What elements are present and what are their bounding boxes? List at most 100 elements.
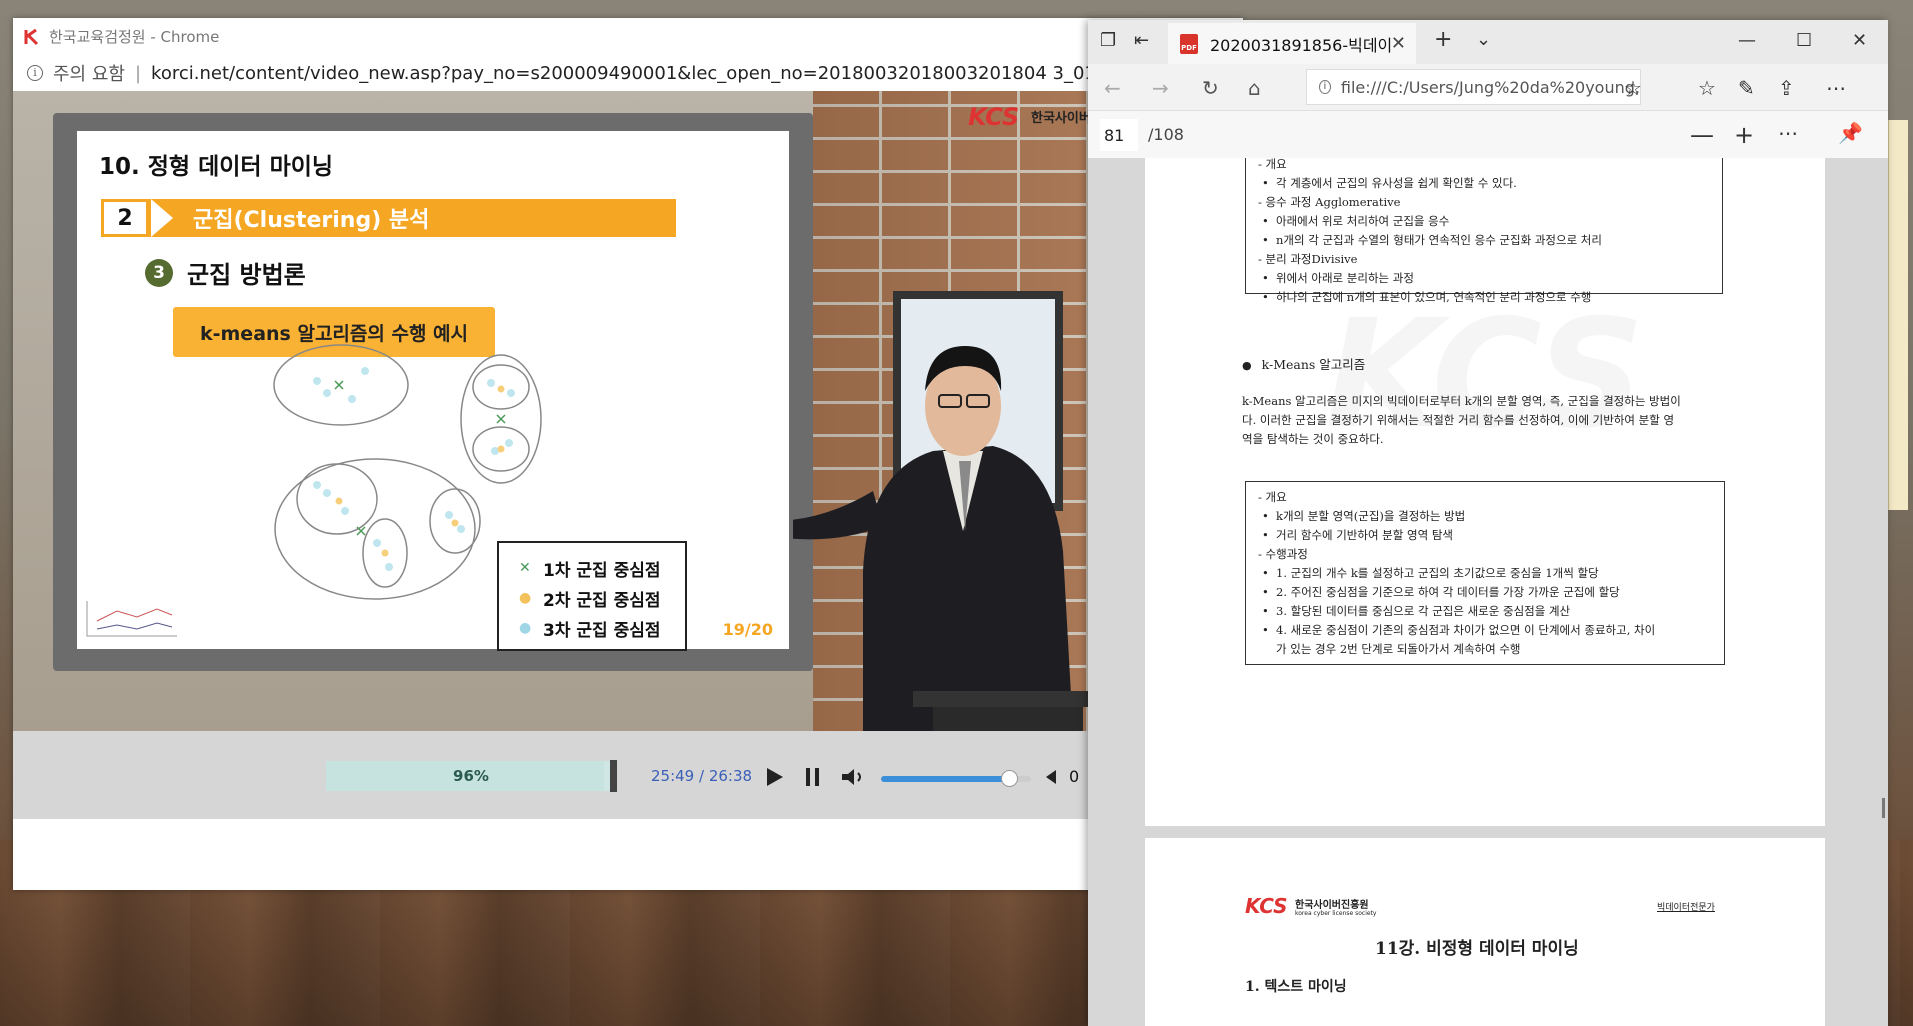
kcs-logo-text: 한국사이버진흥원: [1295, 900, 1369, 911]
speed-down-icon[interactable]: [1043, 768, 1059, 786]
notes-pen-icon[interactable]: ✎: [1738, 76, 1755, 100]
box2-bullet: 3. 할당된 데이터를 중심으로 각 군집은 새로운 중심점을 계산: [1258, 602, 1712, 621]
legend-item-2: ● 2차 군집 중심점: [519, 583, 685, 613]
share-icon[interactable]: ⇪: [1778, 76, 1795, 100]
back-icon[interactable]: ←: [1104, 76, 1121, 100]
pdf-viewer[interactable]: KCS - 개요 각 계층에서 군집의 유사성을 쉽게 확인할 수 있다. - …: [1088, 158, 1888, 1026]
box2-continuation: 가 있는 경우 2번 단계로 되돌아가서 계속하여 수행: [1276, 642, 1521, 656]
kmeans-heading: k-Means 알고리즘: [1242, 354, 1366, 373]
maximize-icon[interactable]: ☐: [1796, 30, 1812, 51]
time-display: 25:49 / 26:38: [651, 767, 753, 785]
chrome-window: 한국교육검정원 - Chrome i 주의 요함 | korci.net/con…: [13, 18, 1243, 890]
edge-toolbar: ← → ↻ ⌂ i file:///C:/Users/Jung%20da%20y…: [1088, 64, 1888, 110]
slide-frame: 10. 정형 데이터 마이닝 2 군집(Clustering) 분석 3 군집 …: [53, 113, 813, 671]
box1-bullet: 아래에서 위로 처리하여 군집을 응수: [1258, 212, 1710, 231]
new-tab-icon[interactable]: +: [1434, 29, 1452, 51]
hierarchical-summary-box: - 개요 각 계층에서 군집의 유사성을 쉽게 확인할 수 있다. - 응수 과…: [1245, 158, 1723, 307]
pdf-icon: PDF: [1180, 33, 1198, 54]
box2-bullet: 4. 새로운 중심점이 기존의 중심점과 차이가 없으면 이 단계에서 종료하고…: [1258, 621, 1712, 640]
edge-address-bar[interactable]: i file:///C:/Users/Jung%20da%20young,: [1306, 69, 1641, 105]
kmeans-summary-box: - 개요 k개의 분할 영역(군집)을 결정하는 방법 거리 함수에 기반하여 …: [1245, 481, 1725, 665]
edge-tab-strip: ❐ ⇤ PDF 2020031891856-빅데이 ✕ + ⌄ — ☐ ✕: [1088, 20, 1888, 64]
progress-bar[interactable]: 96%: [326, 761, 616, 791]
box1-bullet: 각 계층에서 군집의 유사성을 쉽게 확인할 수 있다.: [1258, 174, 1710, 193]
header-right-tag: 빅데이터전문가: [1657, 903, 1715, 913]
more-menu-icon[interactable]: ⋯: [1826, 76, 1846, 100]
lecture-title: 11강. 비정형 데이터 마이닝: [1375, 939, 1579, 959]
info-icon[interactable]: i: [27, 65, 43, 81]
home-icon[interactable]: ⌂: [1248, 76, 1261, 100]
favorites-list-icon[interactable]: ☆: [1698, 76, 1716, 100]
tab-title: 2020031891856-빅데이: [1210, 35, 1393, 55]
page-number-input[interactable]: 81: [1100, 119, 1138, 151]
kcs-logo-subtext: korea cyber license society: [1295, 910, 1377, 917]
minimize-icon[interactable]: —: [1738, 30, 1756, 51]
legend-item-1: ✕ 1차 군집 중심점: [519, 553, 685, 583]
volume-knob[interactable]: [1000, 770, 1018, 787]
background-window-edge: [1888, 120, 1908, 510]
dot-marker-icon: ●: [519, 590, 532, 606]
forward-icon[interactable]: →: [1152, 76, 1169, 100]
set-aside-tabs-icon[interactable]: ⇤: [1134, 32, 1149, 50]
legend-label-2: 2차 군집 중심점: [543, 590, 661, 611]
legend-item-3: ● 3차 군집 중심점: [519, 613, 685, 643]
edge-tab-pdf[interactable]: PDF 2020031891856-빅데이 ✕: [1168, 23, 1416, 64]
box2-bullet: 1. 군집의 개수 k를 설정하고 군집의 초기값으로 중심을 1개씩 할당: [1258, 564, 1712, 583]
kcs-studio-logo: KCS: [968, 103, 1020, 131]
tab-manager-icon[interactable]: ❐: [1100, 32, 1116, 50]
chrome-titlebar[interactable]: 한국교육검정원 - Chrome: [13, 18, 1243, 55]
pin-toolbar-icon[interactable]: 📌: [1838, 121, 1863, 145]
volume-icon[interactable]: [839, 765, 869, 789]
volume-fill: [881, 776, 1009, 782]
close-tab-icon[interactable]: ✕: [1391, 33, 1406, 54]
progress-handle[interactable]: [610, 760, 617, 792]
cluster-legend: ✕ 1차 군집 중심점 ● 2차 군집 중심점 ● 3차 군집 중심점: [497, 541, 687, 651]
info-icon[interactable]: i: [1319, 80, 1331, 94]
korci-logo-icon: [23, 28, 41, 46]
kmeans-paragraph-line: 다. 이러한 군집을 결정하기 위해서는 적절한 거리 함수를 선정하여, 이에…: [1242, 413, 1675, 427]
legend-label-1: 1차 군집 중심점: [543, 560, 661, 581]
kcs-logo: KCS: [1245, 894, 1288, 918]
section-heading: 1. 텍스트 마이닝: [1245, 979, 1347, 995]
slide-page-number: 19/20: [722, 620, 773, 639]
kcs-studio-logo-text: 한국사이버: [1031, 111, 1091, 126]
box2-bullet: 2. 주어진 중심점을 기준으로 하여 각 데이터를 가장 가까운 군집에 할당: [1258, 583, 1712, 602]
pdf-page-81: KCS - 개요 각 계층에서 군집의 유사성을 쉽게 확인할 수 있다. - …: [1145, 158, 1825, 826]
player-controls: 96% 25:49 / 26:38 0: [13, 731, 1243, 819]
tab-list-chevron-icon[interactable]: ⌄: [1476, 31, 1491, 49]
box1-bullet: n개의 각 군집과 수열의 형태가 연속적인 응수 군집화 과정으로 처리: [1258, 231, 1710, 250]
security-warning[interactable]: 주의 요함: [53, 60, 125, 86]
url-separator: |: [134, 62, 142, 84]
legend-label-3: 3차 군집 중심점: [543, 620, 661, 641]
box1-bullet: 위에서 아래로 분리하는 과정: [1258, 269, 1710, 288]
presenter-figure: [793, 346, 1103, 731]
box2-line: - 개요: [1258, 490, 1287, 504]
address-text[interactable]: file:///C:/Users/Jung%20da%20young,: [1341, 78, 1640, 97]
lecture-slide: 10. 정형 데이터 마이닝 2 군집(Clustering) 분석 3 군집 …: [77, 131, 789, 651]
chrome-window-title: 한국교육검정원 - Chrome: [49, 28, 220, 46]
box1-line: - 개요: [1258, 158, 1287, 171]
url-text[interactable]: korci.net/content/video_new.asp?pay_no=s…: [151, 63, 1107, 84]
edge-window: ❐ ⇤ PDF 2020031891856-빅데이 ✕ + ⌄ — ☐ ✕ ← …: [1088, 20, 1888, 1026]
close-window-icon[interactable]: ✕: [1852, 30, 1867, 51]
pause-icon[interactable]: [803, 765, 823, 789]
favorite-star-icon[interactable]: ☆: [1624, 76, 1642, 100]
pdf-toolbar: 81 /108 — + ⋯ 📌: [1088, 110, 1888, 158]
pdf-scrollbar[interactable]: [1882, 798, 1885, 818]
progress-label: 96%: [453, 767, 489, 785]
volume-slider[interactable]: [881, 770, 1031, 787]
box2-bullet: k개의 분할 영역(군집)을 결정하는 방법: [1258, 507, 1712, 526]
video-player[interactable]: KCS 한국사이버 10. 정형 데이터 마이닝 2 군집(Clustering…: [13, 91, 1243, 731]
cross-marker-icon: ✕: [519, 560, 531, 576]
refresh-icon[interactable]: ↻: [1202, 76, 1219, 100]
kmeans-paragraph-line: k-Means 알고리즘은 미지의 빅데이터로부터 k개의 분할 영역, 즉, …: [1242, 394, 1681, 408]
box2-bullet: 거리 함수에 기반하여 분할 영역 탐색: [1258, 526, 1712, 545]
zoom-in-icon[interactable]: +: [1734, 121, 1754, 149]
box1-line: - 분리 과정Divisive: [1258, 252, 1358, 266]
speed-value: 0: [1069, 767, 1080, 786]
pdf-more-icon[interactable]: ⋯: [1778, 121, 1798, 145]
dot-marker-icon: ●: [519, 620, 532, 636]
play-icon[interactable]: [763, 765, 785, 789]
chrome-address-bar[interactable]: i 주의 요함 | korci.net/content/video_new.as…: [13, 55, 1243, 91]
zoom-out-icon[interactable]: —: [1690, 121, 1714, 149]
